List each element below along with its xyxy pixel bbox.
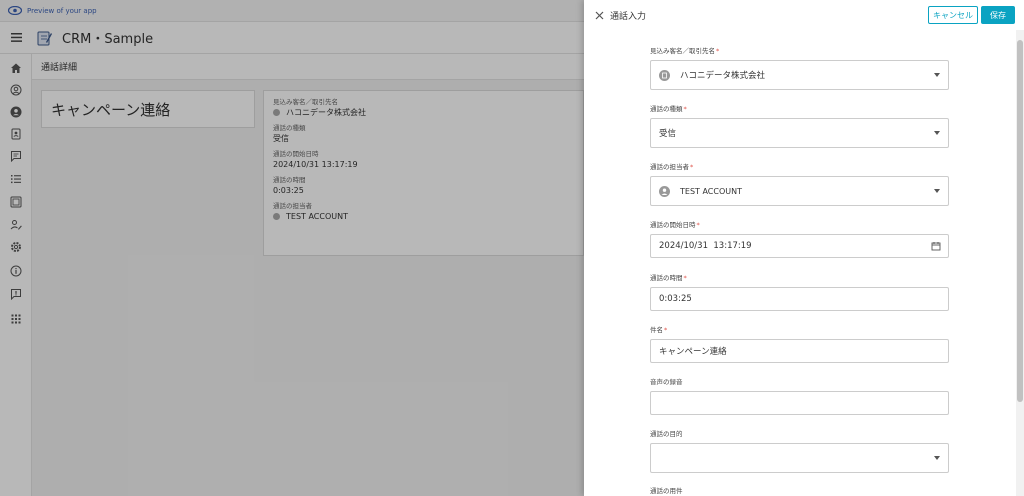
field-label: 通話の時間 (650, 274, 683, 282)
field-label: 見込み客名／取引先名 (650, 47, 715, 55)
field-label: 通話の目的 (650, 430, 683, 438)
drawer-header: 通話入力 キャンセル 保存 (584, 0, 1024, 30)
save-button[interactable]: 保存 (981, 6, 1015, 24)
company-select[interactable]: ハコニデータ株式会社 (650, 60, 949, 90)
subject-field: 件名* キャンペーン連絡 (650, 325, 949, 363)
field-label: 通話の担当者 (650, 163, 689, 171)
company-field: 見込み客名／取引先名* ハコニデータ株式会社 (650, 46, 949, 90)
purpose-field: 通話の目的 (650, 429, 949, 473)
scrollbar[interactable] (1016, 30, 1024, 496)
modal-backdrop[interactable] (0, 0, 584, 496)
subject-input[interactable]: キャンペーン連絡 (650, 339, 949, 363)
required-mark: * (664, 326, 668, 334)
company-icon (659, 69, 670, 81)
call-type-select[interactable]: 受信 (650, 118, 949, 148)
drawer-title: 通話入力 (610, 12, 647, 22)
field-label: 音声の録音 (650, 378, 683, 386)
required-mark: * (690, 163, 694, 171)
purpose-select[interactable] (650, 443, 949, 473)
start-datetime-field: 通話の開始日時* 2024/10/31 13:17:19 (650, 220, 949, 258)
audio-recording-input[interactable] (650, 391, 949, 415)
field-label: 件名 (650, 326, 663, 334)
close-icon[interactable] (592, 8, 606, 22)
assignee-select[interactable]: TEST ACCOUNT (650, 176, 949, 206)
start-datetime-input[interactable]: 2024/10/31 13:17:19 (650, 234, 949, 258)
avatar (659, 185, 670, 197)
call-matter-field: 通話の用件 (650, 486, 949, 496)
field-label: 通話の種類 (650, 105, 683, 113)
call-type-field: 通話の種類* 受信 (650, 104, 949, 148)
required-mark: * (696, 221, 700, 229)
dropdown-arrow-icon (934, 73, 940, 77)
scrollbar-thumb[interactable] (1017, 40, 1023, 402)
calendar-icon[interactable] (931, 241, 941, 251)
call-input-drawer: 通話入力 キャンセル 保存 見込み客名／取引先名* ハコニデータ株式会社 通話の… (584, 0, 1024, 496)
audio-recording-field: 音声の録音 (650, 377, 949, 415)
required-mark: * (716, 47, 720, 55)
duration-field: 通話の時間* 0:03:25 (650, 273, 949, 311)
field-label: 通話の開始日時 (650, 221, 696, 229)
dropdown-arrow-icon (934, 189, 940, 193)
assignee-field: 通話の担当者* TEST ACCOUNT (650, 162, 949, 206)
dropdown-arrow-icon (934, 456, 940, 460)
cancel-button[interactable]: キャンセル (928, 6, 978, 24)
field-label: 通話の用件 (650, 487, 683, 495)
duration-input[interactable]: 0:03:25 (650, 287, 949, 311)
required-mark: * (683, 274, 687, 282)
dropdown-arrow-icon (934, 131, 940, 135)
required-mark: * (683, 105, 687, 113)
